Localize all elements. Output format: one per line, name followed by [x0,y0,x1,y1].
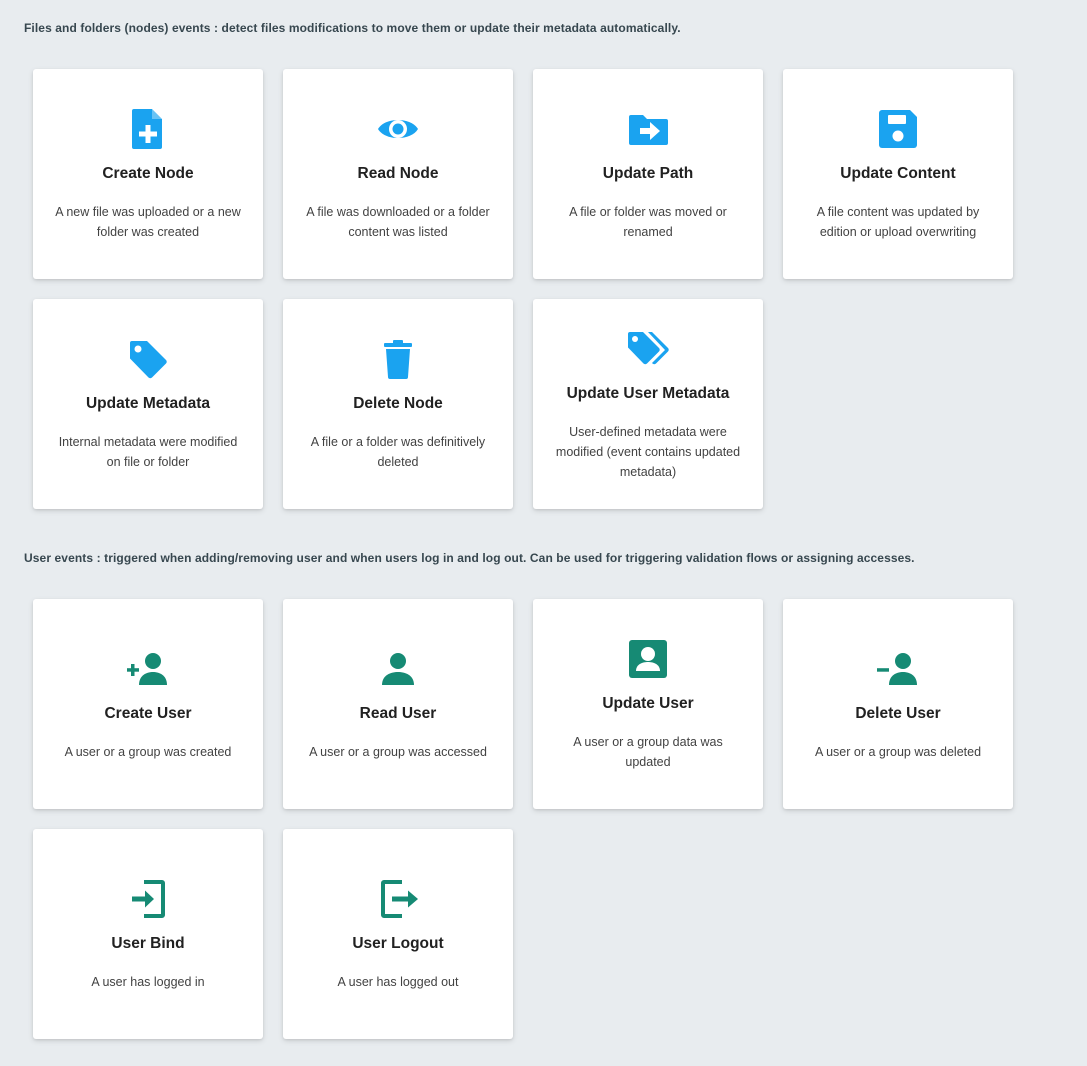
eye-icon [376,107,420,151]
event-card-create-node[interactable]: Create Node A new file was uploaded or a… [33,69,263,279]
event-card-read-node[interactable]: Read Node A file was downloaded or a fol… [283,69,513,279]
card-description: A new file was uploaded or a new folder … [55,204,241,239]
file-plus-icon [126,107,170,151]
card-title: Update User Metadata [566,384,730,402]
event-card-create-user[interactable]: Create User A user or a group was create… [33,599,263,809]
event-card-update-path[interactable]: Update Path A file or folder was moved o… [533,69,763,279]
card-title: Update Path [602,164,694,182]
card-description: A file content was updated by edition or… [816,204,980,239]
card-title: User Bind [111,934,185,952]
card-description: A file or a folder was definitively dele… [310,434,486,469]
card-title: User Logout [352,934,444,952]
user-plus-icon [126,647,170,691]
card-title: Delete Node [353,394,443,412]
card-title: Update Content [840,164,956,182]
event-card-user-logout[interactable]: User Logout A user has logged out [283,829,513,1039]
card-description: A user or a group was deleted [814,744,982,759]
card-title: Read Node [357,164,439,182]
card-title: Delete User [855,704,941,722]
user-events-grid: Create User A user or a group was create… [33,599,1033,1039]
event-card-read-user[interactable]: Read User A user or a group was accessed [283,599,513,809]
card-title: Create Node [102,164,194,182]
event-card-update-user-metadata[interactable]: Update User Metadata User-defined metada… [533,299,763,509]
card-description: A user has logged out [337,974,459,989]
node-events-grid: Create Node A new file was uploaded or a… [33,69,1033,509]
card-description: User-defined metadata were modified (eve… [555,424,741,479]
floppy-disk-icon [876,107,920,151]
event-card-update-metadata[interactable]: Update Metadata Internal metadata were m… [33,299,263,509]
login-icon [126,877,170,921]
event-card-delete-user[interactable]: Delete User A user or a group was delete… [783,599,1013,809]
card-description: A user has logged in [91,974,205,989]
logout-icon [376,877,420,921]
event-card-user-bind[interactable]: User Bind A user has logged in [33,829,263,1039]
card-description: A user or a group was created [64,744,232,759]
trash-icon [376,337,420,381]
event-card-update-user[interactable]: Update User A user or a group data was u… [533,599,763,809]
card-title: Update Metadata [85,394,211,412]
section-description-nodes: Files and folders (nodes) events : detec… [24,21,681,35]
user-icon [376,647,420,691]
tag-icon [126,337,170,381]
user-minus-icon [876,647,920,691]
event-card-delete-node[interactable]: Delete Node A file or a folder was defin… [283,299,513,509]
card-description: A file or folder was moved or renamed [569,204,727,239]
event-card-update-content[interactable]: Update Content A file content was update… [783,69,1013,279]
account-box-icon [626,637,670,681]
card-description: Internal metadata were modified on file … [58,434,238,469]
card-description: A user or a group was accessed [309,744,487,759]
card-description: A user or a group data was updated [573,734,723,769]
card-description: A file was downloaded or a folder conten… [306,204,490,239]
section-description-users: User events : triggered when adding/remo… [24,551,915,565]
tags-icon [626,327,670,371]
folder-move-icon [626,107,670,151]
card-title: Create User [104,704,192,722]
card-title: Update User [602,694,694,712]
card-title: Read User [359,704,437,722]
